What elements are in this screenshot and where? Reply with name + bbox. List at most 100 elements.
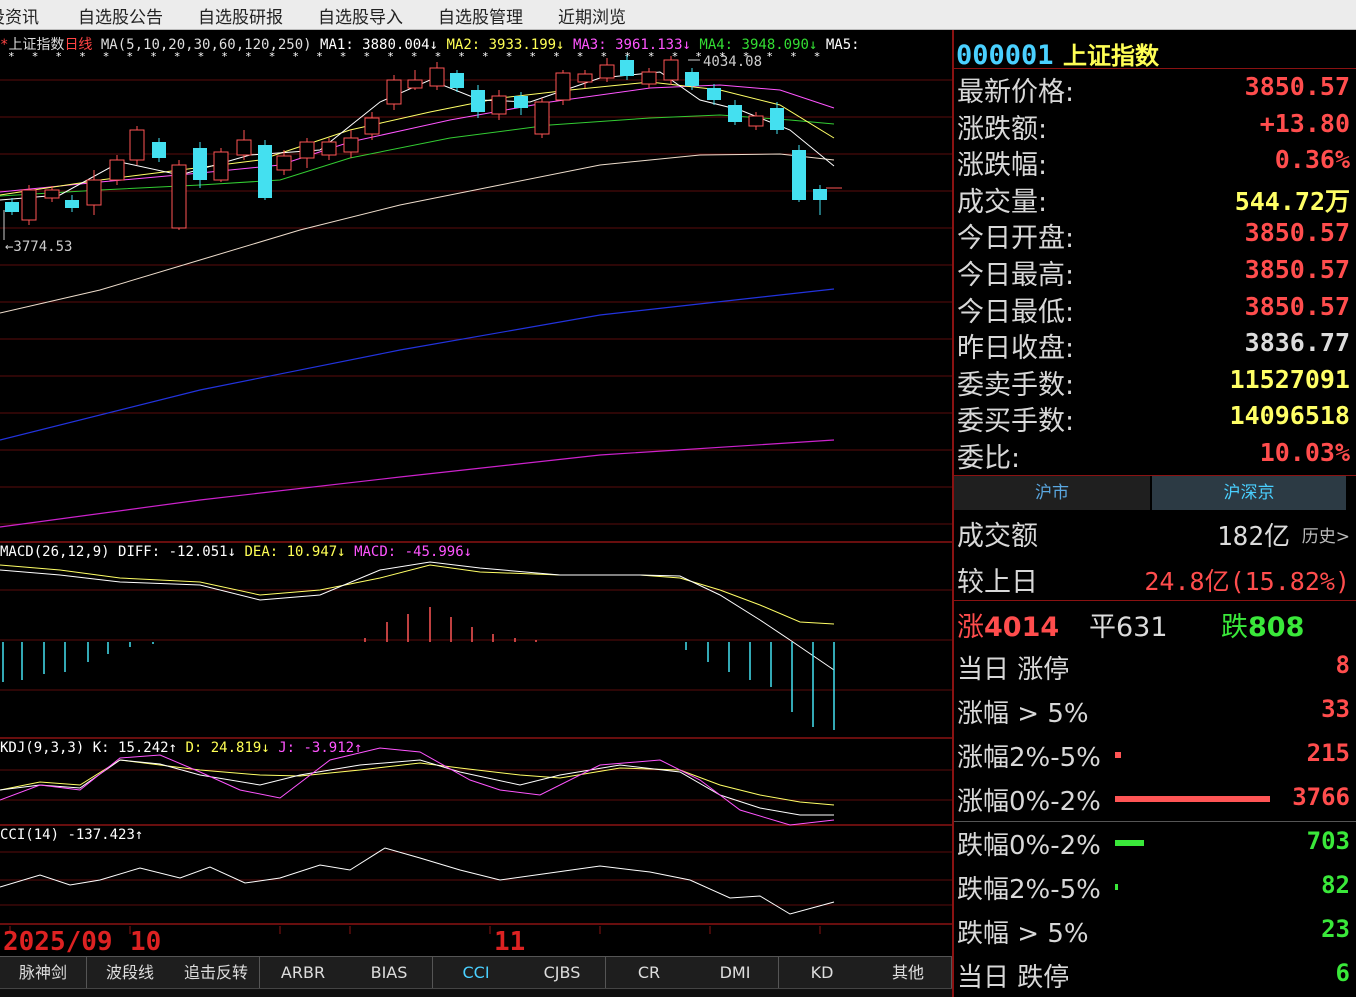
candle-body (555, 72, 571, 101)
distribution-row[interactable]: 当日 涨停 8 (957, 649, 1350, 685)
flat-label: 平 (1089, 612, 1116, 643)
distribution-value: 23 (1321, 915, 1350, 943)
quote-row: 今日最低: 3850.57 (957, 290, 1350, 328)
candle-body (193, 148, 207, 180)
quote-row: 昨日收盘: 3836.77 (957, 326, 1350, 365)
menu-item-2[interactable]: 自选股研报 (198, 3, 283, 28)
menu-item-1[interactable]: 自选股公告 (78, 3, 163, 28)
tab-kd[interactable]: KD (779, 957, 866, 988)
legend-item: DEA: 10.947↓ (244, 544, 346, 560)
bottom-status-strip (0, 988, 952, 997)
candle-body (65, 200, 79, 208)
quote-label: 涨跌额: (957, 113, 1048, 145)
legend-item: KDJ(9,3,3) (0, 740, 85, 756)
up-count: 4014 (984, 612, 1060, 643)
legend-item: MACD(26,12,9) (0, 544, 110, 560)
candle-body (792, 150, 806, 200)
tab-波段线[interactable]: 波段线 (87, 957, 174, 988)
menu-item-3[interactable]: 自选股导入 (318, 3, 403, 28)
distribution-row[interactable]: 跌幅0%-2% 703 (957, 825, 1350, 861)
candle-body (450, 73, 464, 88)
tab-cjbs[interactable]: CJBS (519, 957, 606, 988)
quote-row: 委卖手数: 11527091 (957, 363, 1350, 401)
menu-item-0[interactable]: 投资讯 (0, 3, 39, 28)
distribution-row[interactable]: 涨幅0%-2% 3766 (957, 781, 1350, 817)
legend-item: MA1: 3880.004↓ (320, 37, 439, 53)
quote-value: 544.72万 (1234, 186, 1350, 216)
quote-value: 14096518 (1229, 401, 1350, 431)
segment-sh[interactable]: 沪市 (954, 476, 1150, 510)
quote-label: 今日开盘: (957, 223, 1075, 255)
quote-row: 成交量: 544.72万 (957, 180, 1350, 218)
distribution-value: 6 (1335, 959, 1350, 987)
history-link[interactable]: 历史> (1302, 522, 1350, 547)
low-price-label: ←3774.53 (5, 239, 72, 255)
distribution-label: 跌幅 > 5% (957, 919, 1089, 949)
chart-title-period: 日线 (64, 37, 93, 53)
candle-body (213, 151, 229, 181)
ma-line-magenta (0, 84, 835, 193)
distribution-row[interactable]: 当日 跌停 6 (957, 957, 1350, 993)
candle-body (258, 145, 272, 198)
candle-body (386, 79, 402, 105)
kline-chart-area[interactable]: 2025/09 10 11 * * * * * * * * * * * * * * * * * * * * * * * * * * * * *… (0, 30, 952, 958)
candle-body (599, 64, 615, 79)
menu-item-4[interactable]: 自选股管理 (438, 3, 523, 28)
candle-body (728, 105, 742, 122)
kdj-legend: KDJ(9,3,3) K: 15.242↑ D: 24.819↓ J: -3.9… (0, 740, 363, 756)
legend-item: -137.423↑ (67, 827, 144, 843)
quote-value: 11527091 (1229, 364, 1350, 394)
legend-item: DIFF: -12.051↓ (118, 544, 237, 560)
divider (954, 821, 1356, 822)
quote-row: 今日最高: 3850.57 (957, 253, 1350, 291)
turnover-label: 成交额 (957, 521, 1038, 552)
legend-item: D: 24.819↓ (185, 740, 270, 756)
quote-label: 今日最低: (957, 296, 1075, 328)
candle-body (577, 73, 593, 83)
cci-line (0, 847, 835, 915)
tab-cci[interactable]: CCI (433, 957, 520, 988)
quote-label: 委卖手数: (957, 369, 1075, 401)
candle-body (276, 155, 292, 171)
quote-label: 昨日收盘: (957, 333, 1075, 365)
ma-line-blue (0, 288, 835, 441)
tab-脉神剑[interactable]: 脉神剑 (0, 957, 87, 988)
quote-name: 上证指数 (1062, 42, 1159, 70)
tab-dmi[interactable]: DMI (692, 957, 779, 988)
distribution-bar (1115, 884, 1118, 890)
up-count-group: 涨4014 (957, 605, 1059, 644)
quote-row: 委比: 10.03% (957, 436, 1350, 474)
distribution-bar (1115, 840, 1144, 846)
candle-body (663, 59, 679, 81)
quote-row: 委买手数: 14096518 (957, 399, 1350, 438)
candle-body (321, 141, 337, 156)
distribution-row[interactable]: 涨幅2%-5% 215 (957, 737, 1350, 773)
candle-body (813, 189, 827, 200)
candle-body (471, 90, 485, 112)
segment-all[interactable]: 沪深京 (1152, 476, 1346, 510)
candle-body (748, 115, 764, 127)
quote-label: 委买手数: (957, 406, 1075, 438)
candle-body (407, 79, 423, 89)
down-count: 808 (1248, 612, 1305, 643)
quote-label: 今日最高: (957, 260, 1075, 291)
distribution-value: 3766 (1292, 783, 1350, 811)
down-count-group: 跌808 (1221, 605, 1304, 644)
distribution-row[interactable]: 跌幅2%-5% 82 (957, 869, 1350, 905)
tab-arbr[interactable]: ARBR (260, 957, 347, 988)
tab-cr[interactable]: CR (606, 957, 693, 988)
up-label: 涨 (957, 612, 984, 643)
quote-label: 最新价格: (957, 77, 1075, 108)
chart-canvas[interactable]: 2025/09 10 11* * * * * * * * * * * * * * * * * * * * * * * * * * * * *… (0, 30, 952, 958)
candle-body (152, 142, 166, 158)
menu-item-5[interactable]: 近期浏览 (558, 3, 626, 28)
tab-bias[interactable]: BIAS (346, 957, 433, 988)
distribution-value: 82 (1321, 871, 1350, 899)
tab-其他[interactable]: 其他 (865, 957, 952, 988)
distribution-row[interactable]: 涨幅 > 5% 33 (957, 693, 1350, 729)
quote-label: 成交量: (957, 186, 1048, 218)
distribution-row[interactable]: 跌幅 > 5% 23 (957, 913, 1350, 949)
flat-count-group: 平631 (1089, 605, 1168, 644)
tab-追击反转[interactable]: 追击反转 (173, 957, 260, 988)
candle-body (236, 139, 252, 156)
